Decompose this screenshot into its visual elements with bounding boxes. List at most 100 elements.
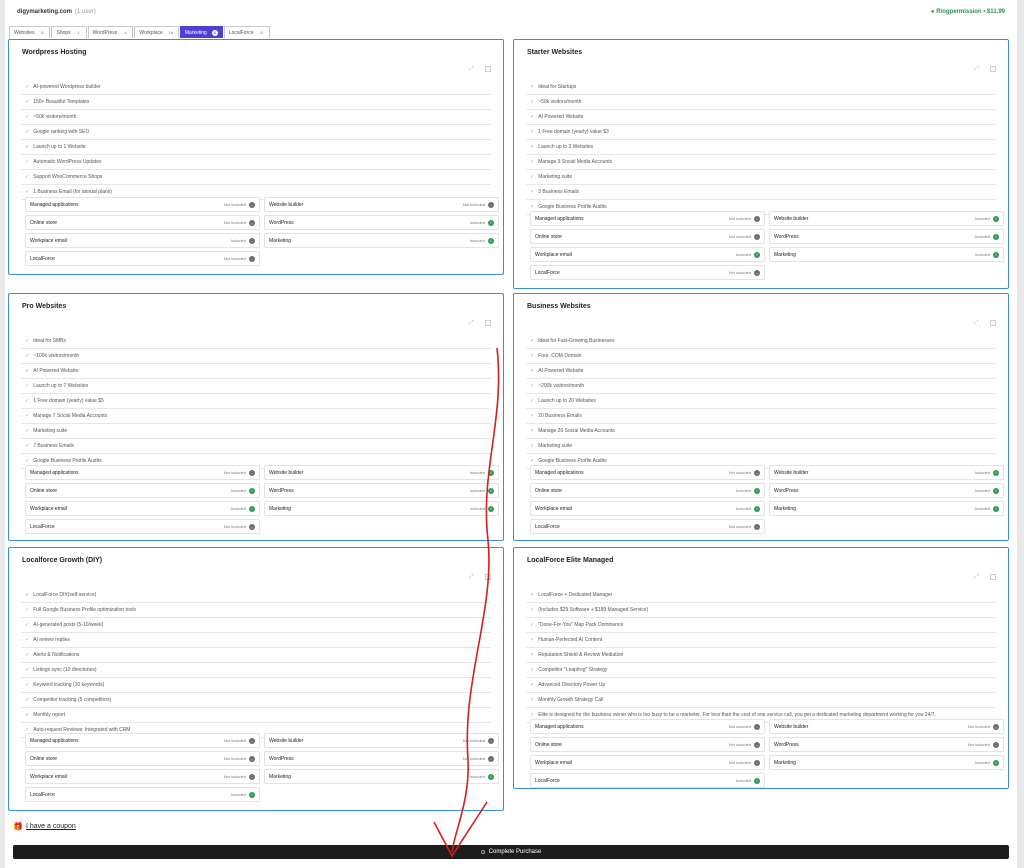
service-name: WordPress [774, 741, 799, 748]
expand-icon[interactable]: ⤢ [469, 320, 475, 326]
included-check-icon: ✓ [488, 237, 494, 244]
service-item: Website builder Not included – [264, 197, 499, 212]
feature-text: ~50k visitors/month [33, 114, 77, 120]
feature-text: Monthly report [33, 712, 66, 718]
tab-shops[interactable]: Shops 1 [51, 26, 87, 38]
service-name: Marketing [269, 237, 291, 244]
service-item: Online store Not included – [25, 751, 260, 766]
check-icon: ✓ [25, 607, 30, 613]
service-status: Not included – [729, 215, 760, 222]
service-status: Not included – [729, 741, 760, 748]
not-included-icon: – [754, 469, 760, 476]
service-item: LocalForce Not included – [530, 265, 765, 280]
included-check-icon: ✓ [993, 487, 999, 494]
included-check-icon: ✓ [249, 505, 255, 512]
category-tabs: Websites 6 Shops 1 WordPress 4 Workplace 16 … [9, 26, 271, 38]
check-icon: ✓ [530, 398, 535, 404]
service-status: Included ✓ [470, 469, 494, 476]
service-status: Included ✓ [975, 487, 999, 494]
included-check-icon: ✓ [993, 251, 999, 258]
feature-item: ✓ Competitor tracking (5 competitors) [21, 693, 491, 708]
service-name: Workplace email [535, 505, 572, 512]
feature-text: Ideal for SMBs [33, 338, 66, 344]
service-status-text: Not included [728, 270, 751, 275]
feature-item: ✓ Launch up to 20 Websites [526, 394, 996, 409]
not-included-icon: – [754, 269, 760, 276]
expand-icon[interactable]: ⤢ [469, 574, 475, 580]
feature-item: ✓ 150+ Beautiful Templates [21, 95, 491, 110]
feature-text: AI Powered Website [538, 114, 584, 120]
tab-websites[interactable]: Websites 6 [9, 26, 51, 38]
expand-icon[interactable]: ⤢ [974, 320, 980, 326]
feature-text: Google Business Profile Audits [33, 458, 102, 464]
service-status: Not included – [223, 201, 255, 208]
feature-item: ✓ 7 Business Emails [21, 439, 491, 454]
service-name: LocalForce [535, 777, 560, 784]
service-item: Marketing Included ✓ [264, 501, 499, 516]
feature-text: Google Business Profile Audits [538, 204, 607, 210]
service-item: Online store Included ✓ [25, 483, 260, 498]
feature-item: ✓ Manage 7 Social Media Accounts [21, 409, 491, 424]
select-checkbox-icon[interactable] [990, 66, 996, 72]
service-status-text: Included [469, 774, 485, 779]
check-icon: ✓ [530, 637, 535, 643]
plan-card[interactable]: Business Websites ⤢ ✓ Ideal for Fast-Growin… [513, 293, 1009, 541]
select-checkbox-icon[interactable] [485, 66, 491, 72]
card-actions: ⤢ [974, 574, 996, 580]
feature-item: ✓ Competitor "Leapfrog" Strategy [526, 663, 996, 678]
plan-card[interactable]: Pro Websites ⤢ ✓ Ideal for SMBs ✓ ~100k visit… [8, 293, 504, 541]
feature-item: ✓ 1 Free domain (yearly) value $5 [21, 394, 491, 409]
feature-text: Alerts & Notifications [33, 652, 80, 658]
service-status-text: Included [974, 470, 990, 475]
tab-workplace[interactable]: Workplace 16 [134, 26, 179, 38]
service-name: Online store [30, 755, 57, 762]
coupon-label[interactable]: I have a coupon [26, 823, 76, 830]
check-icon: ✓ [25, 667, 30, 673]
service-status-text: Not included [728, 760, 751, 765]
expand-icon[interactable]: ⤢ [469, 66, 475, 72]
service-name: Workplace email [535, 759, 572, 766]
plan-card[interactable]: Starter Websites ⤢ ✓ Ideal for Startups ✓ ~50… [513, 39, 1009, 289]
tab-wordpress[interactable]: WordPress 4 [87, 26, 134, 38]
service-name: Workplace email [30, 237, 67, 244]
check-icon: ✓ [530, 443, 535, 449]
expand-icon[interactable]: ⤢ [974, 66, 980, 72]
select-checkbox-icon[interactable] [485, 574, 491, 580]
feature-item: ✓ Monthly report [21, 708, 491, 723]
tab-localforce[interactable]: LocalForce 6 [223, 26, 270, 38]
feature-item: ✓ Advanced Directory Power Up [526, 678, 996, 693]
service-name: WordPress [774, 233, 799, 240]
service-grid: Managed applications Not included – Website… [530, 211, 1004, 280]
tab-marketing[interactable]: Marketing 6 [179, 26, 223, 38]
service-name: Marketing [269, 773, 291, 780]
complete-purchase-button[interactable]: ⊙ Complete Purchase [13, 845, 1009, 859]
feature-item: ✓ Google ranking with SEO [21, 125, 491, 140]
service-grid: Managed applications Not included – Website… [25, 465, 499, 534]
check-circle-icon: ⊙ [480, 849, 486, 856]
check-icon: ✓ [25, 189, 30, 195]
check-icon: ✓ [25, 368, 30, 374]
expand-icon[interactable]: ⤢ [974, 574, 980, 580]
not-included-icon: – [993, 741, 999, 748]
select-checkbox-icon[interactable] [990, 574, 996, 580]
select-checkbox-icon[interactable] [990, 320, 996, 326]
feature-item: ✓ (Includes $29 Software + $189 Managed S… [526, 603, 996, 618]
service-name: Managed applications [30, 469, 79, 476]
check-icon: ✓ [530, 204, 535, 210]
service-status: Not included – [224, 737, 255, 744]
service-status: Not included – [729, 469, 760, 476]
coupon-link[interactable]: 🎁 I have a coupon [13, 822, 76, 831]
service-name: LocalForce [535, 269, 560, 276]
plan-card[interactable]: LocalForce Elite Managed ⤢ ✓ LocalForce + D… [513, 547, 1009, 789]
check-icon: ✓ [25, 174, 30, 180]
service-status-text: Not included [223, 202, 246, 207]
service-status-text: Not included [223, 220, 246, 225]
check-icon: ✓ [530, 413, 535, 419]
service-status-text: Included [974, 252, 990, 257]
service-status: Included ✓ [736, 251, 760, 258]
service-status: Not included – [729, 523, 760, 530]
plan-card[interactable]: Localforce Growth (DIY) ⤢ ✓ LocalForce DIY(… [8, 547, 504, 811]
select-checkbox-icon[interactable] [485, 320, 491, 326]
plan-card[interactable]: Wordpress Hosting ⤢ ✓ AI-powered Wordpress … [8, 39, 504, 275]
not-included-icon: – [488, 737, 494, 744]
